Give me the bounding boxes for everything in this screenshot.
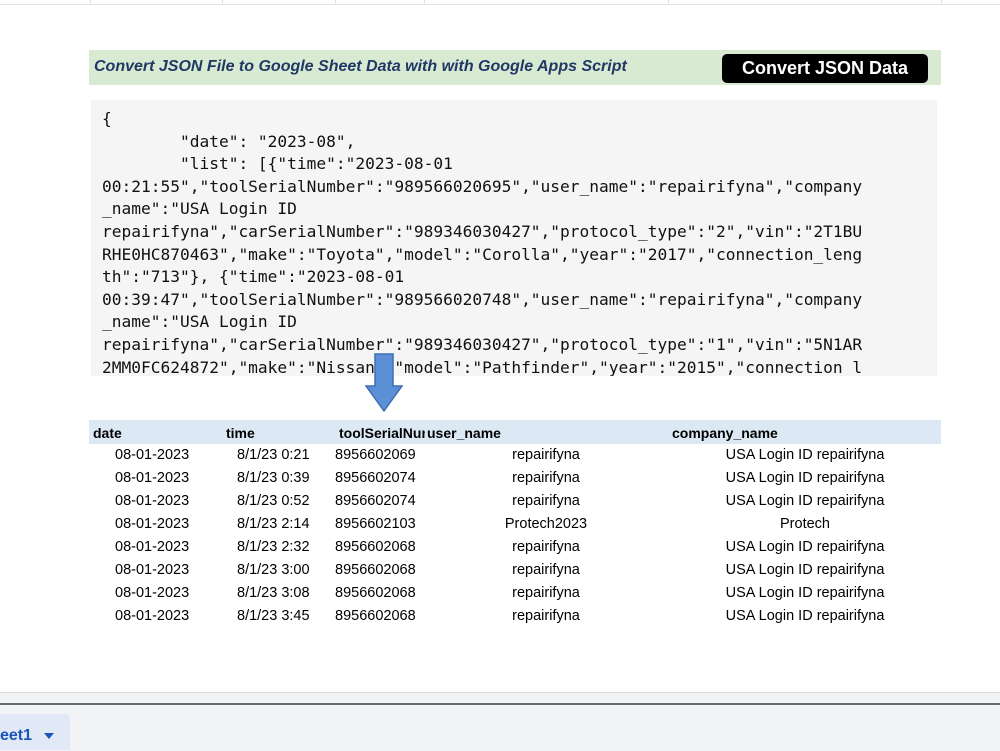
cell-time[interactable]: 8/1/23 3:08 — [237, 585, 310, 601]
table-row: 08-01-2023 8/1/23 0:21 8956602069 repair… — [89, 444, 941, 467]
json-line: 00:39:47","toolSerialNumber":"9895660207… — [102, 289, 863, 309]
json-line: repairifyna","carSerialNumber":"98934603… — [102, 221, 863, 241]
cell-tool-serial[interactable]: 8956602069 — [335, 447, 416, 463]
cell-date[interactable]: 08-01-2023 — [115, 562, 189, 578]
cell-tool-serial[interactable]: 8956602074 — [335, 470, 416, 486]
column-divider — [424, 0, 425, 4]
column-divider — [941, 0, 942, 4]
table-row: 08-01-2023 8/1/23 2:14 8956602103 Protec… — [89, 513, 941, 536]
json-line: 00:21:55","toolSerialNumber":"9895660206… — [102, 176, 863, 196]
header-time[interactable]: time — [226, 425, 326, 441]
sheet-tab-label: eet1 — [0, 727, 33, 744]
cell-tool-serial[interactable]: 8956602068 — [335, 608, 416, 624]
cell-date[interactable]: 08-01-2023 — [115, 470, 189, 486]
cell-user-name[interactable]: repairifyna — [425, 493, 667, 509]
cell-user-name[interactable]: repairifyna — [425, 447, 667, 463]
json-line: RHE0HC870463","make":"Toyota","model":"C… — [102, 244, 863, 264]
cell-company-name[interactable]: USA Login ID repairifyna — [669, 608, 941, 624]
cell-user-name[interactable]: repairifyna — [425, 539, 667, 555]
json-input-cell[interactable]: { "date": "2023-08", "list": [{"time":"2… — [91, 100, 937, 376]
json-line: 2MM0FC624872","make":"Nissan","model":"P… — [102, 357, 863, 376]
cell-company-name[interactable]: USA Login ID repairifyna — [669, 585, 941, 601]
cell-date[interactable]: 08-01-2023 — [115, 516, 189, 532]
table-row: 08-01-2023 8/1/23 3:00 8956602068 repair… — [89, 559, 941, 582]
cell-company-name[interactable]: USA Login ID repairifyna — [669, 447, 941, 463]
json-line: _name":"USA Login ID — [102, 312, 297, 332]
cell-date[interactable]: 08-01-2023 — [115, 585, 189, 601]
cell-tool-serial[interactable]: 8956602074 — [335, 493, 416, 509]
cell-company-name[interactable]: USA Login ID repairifyna — [669, 470, 941, 486]
cell-time[interactable]: 8/1/23 2:32 — [237, 539, 310, 555]
cell-company-name[interactable]: Protech — [669, 516, 941, 532]
column-divider — [222, 0, 223, 4]
cell-company-name[interactable]: USA Login ID repairifyna — [669, 539, 941, 555]
cell-time[interactable]: 8/1/23 2:14 — [237, 516, 310, 532]
table-row: 08-01-2023 8/1/23 3:08 8956602068 repair… — [89, 582, 941, 605]
cell-tool-serial[interactable]: 8956602103 — [335, 516, 416, 532]
column-divider — [668, 0, 669, 4]
header-tool-serial[interactable]: toolSerialNumber — [339, 425, 425, 441]
cell-date[interactable]: 08-01-2023 — [115, 539, 189, 555]
header-company-name[interactable]: company_name — [672, 425, 872, 441]
cell-date[interactable]: 08-01-2023 — [115, 447, 189, 463]
table-row: 08-01-2023 8/1/23 3:45 8956602068 repair… — [89, 605, 941, 628]
cell-time[interactable]: 8/1/23 0:21 — [237, 447, 310, 463]
cell-time[interactable]: 8/1/23 0:52 — [237, 493, 310, 509]
column-divider — [335, 0, 336, 4]
cell-user-name[interactable]: repairifyna — [425, 608, 667, 624]
json-line: "date": "2023-08", — [102, 131, 356, 151]
json-line: th":"713"}, {"time":"2023-08-01 — [102, 267, 405, 287]
cell-tool-serial[interactable]: 8956602068 — [335, 562, 416, 578]
column-divider — [90, 0, 91, 4]
data-table: 08-01-2023 8/1/23 0:21 8956602069 repair… — [89, 444, 941, 628]
caret-down-icon[interactable] — [44, 733, 54, 739]
cell-date[interactable]: 08-01-2023 — [115, 608, 189, 624]
table-row: 08-01-2023 8/1/23 0:52 8956602074 repair… — [89, 490, 941, 513]
json-line: _name":"USA Login ID — [102, 199, 297, 219]
json-line: repairifyna","carSerialNumber":"98934603… — [102, 334, 863, 354]
cell-company-name[interactable]: USA Login ID repairifyna — [669, 562, 941, 578]
column-header-strip — [0, 0, 1000, 5]
json-preview-text: { "date": "2023-08", "list": [{"time":"2… — [102, 108, 928, 376]
header-user-name[interactable]: user_name — [427, 425, 627, 441]
down-arrow-icon — [365, 353, 403, 413]
json-line: { — [102, 109, 112, 128]
cell-tool-serial[interactable]: 8956602068 — [335, 539, 416, 555]
sheet-tab[interactable]: eet1 — [0, 714, 70, 750]
cell-user-name[interactable]: repairifyna — [425, 585, 667, 601]
convert-json-button[interactable]: Convert JSON Data — [722, 54, 928, 83]
cell-company-name[interactable]: USA Login ID repairifyna — [669, 493, 941, 509]
header-date[interactable]: date — [93, 425, 193, 441]
cell-time[interactable]: 8/1/23 3:00 — [237, 562, 310, 578]
cell-user-name[interactable]: repairifyna — [425, 562, 667, 578]
cell-user-name[interactable]: Protech2023 — [425, 516, 667, 532]
cell-date[interactable]: 08-01-2023 — [115, 493, 189, 509]
cell-tool-serial[interactable]: 8956602068 — [335, 585, 416, 601]
cell-time[interactable]: 8/1/23 0:39 — [237, 470, 310, 486]
json-line: "list": [{"time":"2023-08-01 — [102, 154, 453, 174]
tab-bar-divider — [0, 703, 1000, 705]
sheet-tab-bar — [0, 692, 1000, 751]
table-row: 08-01-2023 8/1/23 0:39 8956602074 repair… — [89, 467, 941, 490]
table-header-row: date time toolSerialNumber user_name com… — [89, 420, 941, 444]
title-banner[interactable]: Convert JSON File to Google Sheet Data w… — [89, 50, 941, 85]
banner-title: Convert JSON File to Google Sheet Data w… — [94, 58, 627, 75]
table-row: 08-01-2023 8/1/23 2:32 8956602068 repair… — [89, 536, 941, 559]
cell-time[interactable]: 8/1/23 3:45 — [237, 608, 310, 624]
cell-user-name[interactable]: repairifyna — [425, 470, 667, 486]
